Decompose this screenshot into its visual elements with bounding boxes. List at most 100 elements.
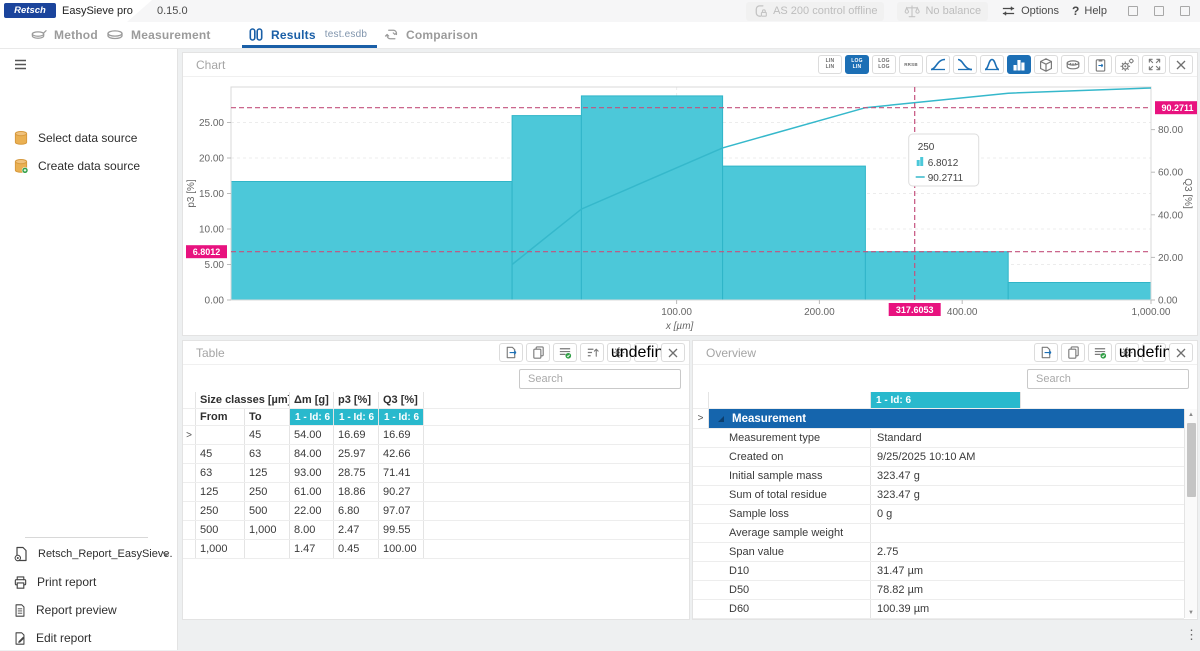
tab-comparison[interactable]: Comparison <box>384 22 478 47</box>
overview-scrollbar[interactable]: ▲ ▼ <box>1184 409 1197 618</box>
overview-row[interactable]: Span value2.75 <box>693 543 1184 562</box>
close-button[interactable] <box>1169 343 1193 362</box>
y-right-tick-label: 20.00 <box>1158 253 1183 264</box>
table-row[interactable]: 6312593.0028.7571.41 <box>183 464 689 483</box>
tab-results[interactable]: Results test.esdb <box>248 22 367 47</box>
table-row[interactable]: 12525061.0018.8690.27 <box>183 483 689 502</box>
balance-status[interactable]: No balance <box>897 2 988 21</box>
column-header-to[interactable]: To <box>245 409 290 425</box>
overview-label-header <box>709 392 871 408</box>
overview-row[interactable]: Sample loss0 g <box>693 505 1184 524</box>
group-row-label: Measurement <box>732 413 806 425</box>
overview-value: Standard <box>871 429 1184 447</box>
table-row[interactable]: 1,0001.470.45100.00 <box>183 540 689 559</box>
column-chooser-button[interactable] <box>1088 343 1112 362</box>
column-header-q3[interactable]: Q3 [%] <box>379 392 424 408</box>
overview-row[interactable]: Measurement typeStandard <box>693 429 1184 448</box>
edit-report-button[interactable]: Edit report <box>0 625 177 651</box>
chart-plot[interactable]: 0.005.0010.0015.0020.0025.000.0020.0040.… <box>183 76 1197 335</box>
create-data-source-button[interactable]: Create data source <box>0 153 177 179</box>
group-expand-icon[interactable] <box>718 416 724 422</box>
report-preview-button[interactable]: Report preview <box>0 597 177 623</box>
window-controls <box>1128 6 1194 16</box>
export-icon <box>1038 345 1054 360</box>
overview-row[interactable]: Initial sample mass323.47 g <box>693 467 1184 486</box>
overview-row[interactable]: D60100.39 µm <box>693 600 1184 619</box>
table-search-input[interactable] <box>519 369 681 389</box>
table-row[interactable]: >4554.0016.6916.69 <box>183 426 689 445</box>
close-window-button[interactable] <box>1180 6 1190 16</box>
view-sieve-icon <box>1065 58 1081 72</box>
fullscreen-button[interactable]: undefined <box>634 343 658 362</box>
scale-lin-lin-button[interactable]: LINLIN <box>818 55 842 74</box>
curve-retained-button[interactable] <box>953 55 977 74</box>
column-header-size-classes[interactable]: Size classes [µm] <box>196 392 290 408</box>
overview-row[interactable]: D5078.82 µm <box>693 581 1184 600</box>
sidebar-menu-button[interactable] <box>0 51 177 77</box>
fullscreen-button[interactable] <box>1142 55 1166 74</box>
cell-to: 250 <box>245 483 290 501</box>
minimize-button[interactable] <box>1128 6 1138 16</box>
column-header-from[interactable]: From <box>196 409 245 425</box>
tab-method[interactable]: Method <box>30 22 98 47</box>
cell-p3: 0.45 <box>334 540 379 558</box>
svg-text:90.2711: 90.2711 <box>928 173 964 184</box>
report-template-selector[interactable]: Retsch_Report_EasySieve. <box>0 541 177 567</box>
export-button[interactable] <box>499 343 523 362</box>
tab-measurement[interactable]: Measurement <box>106 22 211 47</box>
more-options-icon[interactable]: ⋮ <box>1185 627 1198 643</box>
table-toolbar: undefined <box>499 343 685 362</box>
table-subheader-row: FromTo1 - Id: 61 - Id: 61 - Id: 6 <box>183 409 689 426</box>
overview-row[interactable]: Average sample weight <box>693 524 1184 543</box>
cell-filler <box>424 464 689 482</box>
overview-label: Sample loss <box>709 505 871 523</box>
view-3d-button[interactable] <box>1034 55 1058 74</box>
table-row[interactable]: 456384.0025.9742.66 <box>183 445 689 464</box>
overview-row[interactable]: Created on9/25/2025 10:10 AM <box>693 448 1184 467</box>
scale-log-lin-button[interactable]: LOGLIN <box>845 55 869 74</box>
overview-row[interactable]: Sum of total residue323.47 g <box>693 486 1184 505</box>
histogram-button[interactable] <box>1007 55 1031 74</box>
export-button[interactable] <box>1034 343 1058 362</box>
copy-button[interactable] <box>1061 343 1085 362</box>
sort-button[interactable] <box>580 343 604 362</box>
close-button[interactable] <box>661 343 685 362</box>
chart-settings-button[interactable] <box>1115 55 1139 74</box>
row-indicator: > <box>693 409 709 428</box>
select-data-source-button[interactable]: Select data source <box>0 125 177 151</box>
overview-group-row[interactable]: > Measurement <box>693 409 1184 429</box>
sort-icon <box>585 345 600 360</box>
column-chooser-button[interactable] <box>553 343 577 362</box>
fullscreen-button[interactable]: undefined <box>1142 343 1166 362</box>
scrollbar-thumb[interactable] <box>1187 423 1196 497</box>
scroll-down-icon[interactable]: ▼ <box>1185 607 1197 618</box>
y-left-tick-label: 15.00 <box>199 189 224 200</box>
scale-rrsb-button[interactable]: RRSB <box>899 55 923 74</box>
options-button[interactable]: Options <box>1001 4 1059 18</box>
as200-control-status[interactable]: AS 200 control offline <box>746 2 884 21</box>
overview-row[interactable]: D1031.47 µm <box>693 562 1184 581</box>
view-sieve-button[interactable] <box>1061 55 1085 74</box>
print-report-button[interactable]: Print report <box>0 569 177 595</box>
copy-button[interactable] <box>526 343 550 362</box>
column-header-dm[interactable]: Δm [g] <box>290 392 334 408</box>
table-panel-title: Table <box>196 346 225 360</box>
table-row[interactable]: 5001,0008.002.4799.55 <box>183 521 689 540</box>
copy-chart-button[interactable] <box>1088 55 1112 74</box>
group-row-measurement[interactable]: Measurement <box>709 409 1184 428</box>
help-button[interactable]: ? Help <box>1072 4 1107 18</box>
row-indicator <box>183 521 196 539</box>
curve-density-button[interactable] <box>980 55 1004 74</box>
table-row[interactable]: 25050022.006.8097.07 <box>183 502 689 521</box>
column-header-p3[interactable]: p3 [%] <box>334 392 379 408</box>
overview-search-input[interactable] <box>1027 369 1189 389</box>
maximize-button[interactable] <box>1154 6 1164 16</box>
printer-icon <box>13 575 28 590</box>
curve-cumulative-button[interactable] <box>926 55 950 74</box>
overview-label: D60 <box>709 600 871 618</box>
close-button[interactable] <box>1169 55 1193 74</box>
cell-dm: 8.00 <box>290 521 334 539</box>
scroll-up-icon[interactable]: ▲ <box>1185 409 1197 420</box>
compare-arrows-icon <box>384 27 399 42</box>
scale-log-log-button[interactable]: LOGLOG <box>872 55 896 74</box>
